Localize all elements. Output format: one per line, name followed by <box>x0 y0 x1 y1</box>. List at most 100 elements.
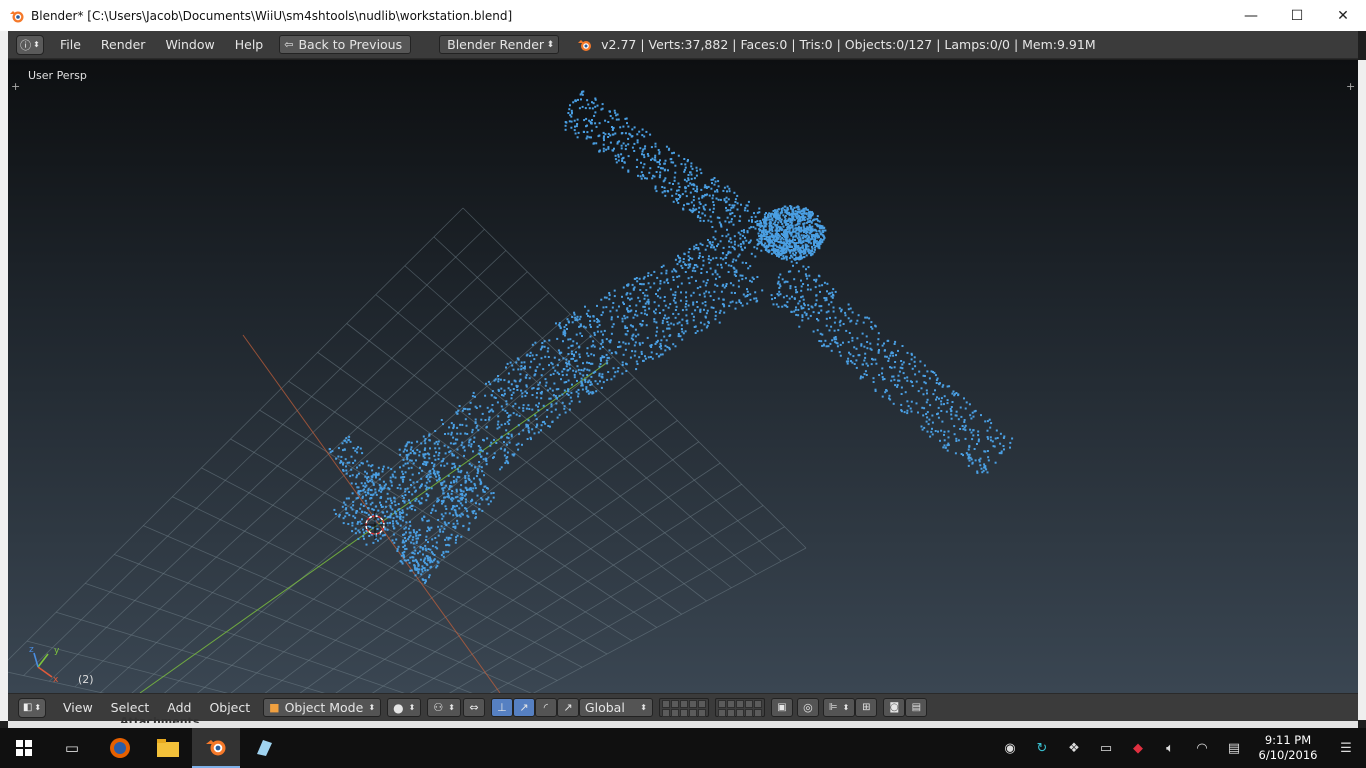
lock-layers-button[interactable]: ▣ <box>770 698 793 717</box>
chevron-updown-icon: ⬍ <box>448 703 455 712</box>
pivot-icon: ⚇ <box>433 701 444 714</box>
app-icon <box>257 740 272 756</box>
manipulator-toggle[interactable]: ⇔ <box>462 698 485 717</box>
chevron-updown-icon: ⬍ <box>34 703 42 712</box>
lock-icon: ▣ <box>777 702 787 713</box>
chevron-updown-icon: ⬍ <box>546 39 555 50</box>
vertex-point-cloud <box>328 90 1014 584</box>
chevron-updown-icon: ⬍ <box>33 40 40 49</box>
menu-select[interactable]: Select <box>102 700 159 715</box>
translate-manipulator-button[interactable]: ⊥ <box>490 698 513 717</box>
system-tray: ◉ ↻ ❖ ▭ ◆ 🔈︎ ◠ ▤ 9:11 PM 6/10/2016 ☰ <box>994 728 1366 768</box>
editor-type-button[interactable]: ◧ ⬍ <box>18 697 46 718</box>
render-button[interactable]: ◙ <box>883 698 906 717</box>
camera-icon: ◙ <box>889 702 900 713</box>
start-button[interactable] <box>0 728 48 768</box>
task-view-button[interactable]: ▭ <box>48 728 96 768</box>
menu-file[interactable]: File <box>50 37 91 52</box>
viewport-shading-select[interactable]: ● ⬍ <box>387 698 422 717</box>
scrollbar[interactable] <box>1358 60 1366 720</box>
clock-time: 9:11 PM <box>1264 733 1312 747</box>
solid-shading-icon: ● <box>393 700 404 715</box>
task-view-icon: ▭ <box>64 739 80 757</box>
pivot-point-select[interactable]: ⚇ ⬍ <box>427 698 461 717</box>
magnet-icon: ⊞ <box>862 702 871 713</box>
system-clock[interactable]: 9:11 PM 6/10/2016 <box>1250 733 1326 763</box>
orientation-value: Global <box>584 700 625 715</box>
render-engine-value: Blender Render <box>447 37 545 52</box>
scene-layers-a[interactable] <box>658 698 709 717</box>
svg-text:z: z <box>29 645 34 655</box>
language-icon[interactable]: ▤ <box>1218 741 1250 756</box>
render-animation-button[interactable]: ▤ <box>905 698 928 717</box>
snap-element-select[interactable]: ⊫ ⬍ <box>822 698 856 717</box>
svg-text:x: x <box>53 675 59 685</box>
menu-render[interactable]: Render <box>91 37 156 52</box>
blender-logo-icon <box>10 10 24 22</box>
menu-add[interactable]: Add <box>158 700 200 715</box>
clock-date: 6/10/2016 <box>1258 748 1318 762</box>
battery-icon[interactable]: ▭ <box>1090 741 1122 756</box>
volume-icon[interactable]: 🔈︎ <box>1154 741 1186 756</box>
manipulator-icon: ⇔ <box>469 701 479 714</box>
blender-logo-icon <box>206 740 226 756</box>
firefox-icon <box>110 738 130 758</box>
window-title: Blender* [C:\Users\Jacob\Documents\WiiU\… <box>31 8 513 23</box>
transform-orientation-icon-button[interactable]: ↗ <box>556 698 579 717</box>
arrow-icon: ↗ <box>563 701 573 714</box>
rotate-icon: ↗ <box>519 701 529 714</box>
taskbar-file-explorer[interactable] <box>144 728 192 768</box>
wifi-icon[interactable]: ◠ <box>1186 741 1218 756</box>
blender-logo-icon <box>578 39 592 51</box>
corner-plus-left-icon[interactable]: + <box>11 80 20 93</box>
3d-view-header: ◧ ⬍ View Select Add Object ■ Object Mode… <box>8 693 1358 721</box>
translate-icon: ⊥ <box>497 701 507 714</box>
dropbox-icon[interactable]: ❖ <box>1058 741 1090 756</box>
chevron-updown-icon: ⬍ <box>842 703 850 712</box>
rotate-manipulator-button[interactable]: ↗ <box>512 698 535 717</box>
menu-window[interactable]: Window <box>155 37 224 52</box>
3d-viewport[interactable]: x y z + + User Persp (2) <box>8 60 1358 693</box>
arc-icon: ◜ <box>543 701 549 714</box>
maximize-button[interactable]: ☐ <box>1274 0 1320 31</box>
menu-view[interactable]: View <box>54 700 102 715</box>
render-engine-select[interactable]: Blender Render ⬍ <box>439 35 560 54</box>
scene-stats: v2.77 | Verts:37,882 | Faces:0 | Tris:0 … <box>577 37 1096 52</box>
chevron-updown-icon: ⬍ <box>408 703 416 712</box>
steam-icon[interactable]: ◉ <box>994 741 1026 756</box>
taskbar-firefox[interactable] <box>96 728 144 768</box>
svg-text:y: y <box>54 646 60 656</box>
minimize-button[interactable]: — <box>1228 0 1274 31</box>
menu-help[interactable]: Help <box>225 37 274 52</box>
folder-icon <box>157 739 179 757</box>
editor-type-button[interactable]: ⓘ ⬍ <box>16 34 44 55</box>
viewport-scene: x y z + + <box>8 80 1355 693</box>
view-label: User Persp <box>28 69 87 82</box>
back-to-previous-button[interactable]: ⇦ Back to Previous <box>279 35 412 54</box>
antivirus-icon[interactable]: ◆ <box>1122 741 1154 756</box>
taskbar-app[interactable] <box>240 728 288 768</box>
taskbar-blender[interactable] <box>192 728 240 768</box>
proportional-icon: ◎ <box>803 701 813 714</box>
corner-plus-right-icon[interactable]: + <box>1346 80 1355 93</box>
close-button[interactable]: ✕ <box>1320 0 1366 31</box>
snap-toggle-button[interactable]: ⊞ <box>855 698 878 717</box>
background-panel-title: Attachments <box>120 715 200 723</box>
scale-manipulator-button[interactable]: ◜ <box>534 698 557 717</box>
mode-select[interactable]: ■ Object Mode ⬍ <box>263 698 382 717</box>
back-to-previous-label: Back to Previous <box>298 37 403 52</box>
orientation-select[interactable]: Global ⬍ <box>578 698 653 717</box>
stats-text: v2.77 | Verts:37,882 | Faces:0 | Tris:0 … <box>601 37 1096 52</box>
clapper-icon: ▤ <box>911 702 922 713</box>
sync-icon[interactable]: ↻ <box>1026 741 1058 756</box>
info-icon: ⓘ <box>20 38 32 52</box>
y-axis-line <box>139 361 609 693</box>
proportional-edit-button[interactable]: ◎ <box>796 698 819 717</box>
mode-value: Object Mode <box>284 700 364 715</box>
cube-view-icon: ◧ <box>22 702 33 713</box>
scene-layers-b[interactable] <box>714 698 765 717</box>
menu-object[interactable]: Object <box>200 700 259 715</box>
notification-icon[interactable]: ☰ <box>1326 741 1366 756</box>
window-titlebar: Blender* [C:\Users\Jacob\Documents\WiiU\… <box>0 0 1366 31</box>
info-header: ⓘ ⬍ File Render Window Help ⇦ Back to Pr… <box>8 31 1358 59</box>
